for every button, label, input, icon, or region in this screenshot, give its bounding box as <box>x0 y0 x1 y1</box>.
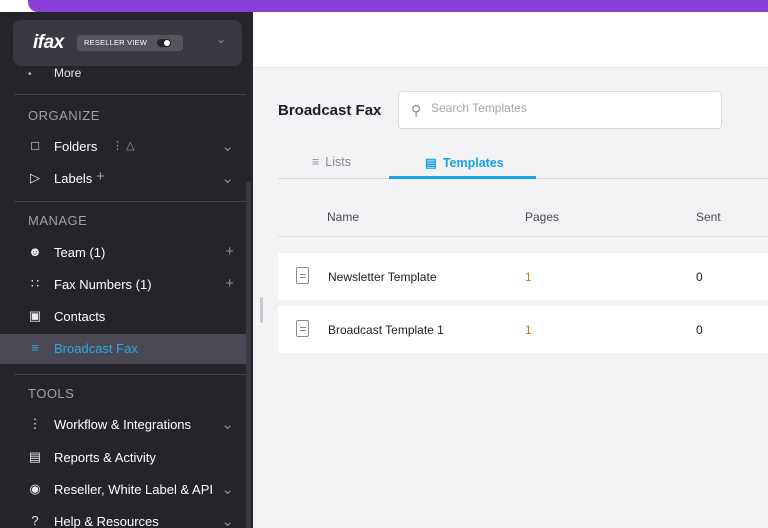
brand-accent-strip <box>28 0 768 12</box>
template-pages: 1 <box>525 270 532 284</box>
add-label-icon[interactable]: + <box>96 168 105 185</box>
sidebar-item-broadcast-fax[interactable]: ≡ Broadcast Fax <box>0 334 246 364</box>
label-icon: ▷ <box>30 170 40 185</box>
add-fax-number-icon[interactable]: + <box>225 275 234 292</box>
sidebar-item-label: Fax Numbers (1) <box>54 277 152 292</box>
search-icon: ⚲ <box>411 102 422 118</box>
section-title-manage: MANAGE <box>28 213 88 228</box>
dialpad-icon: ∷ <box>30 276 40 291</box>
globe-icon: ◉ <box>29 481 41 496</box>
sidebar-item-workflow[interactable]: ⋮ Workflow & Integrations ⌄ <box>0 410 246 440</box>
sidebar-item-label: Help & Resources <box>54 514 159 528</box>
sidebar-item-label: Contacts <box>54 309 106 324</box>
document-icon <box>296 267 309 284</box>
sidebar-item-label: Broadcast Fax <box>54 341 138 356</box>
search-input[interactable] <box>431 101 711 115</box>
document-icon <box>296 320 309 337</box>
page-title: Broadcast Fax <box>278 102 382 119</box>
sidebar-scrollbar[interactable] <box>246 182 251 528</box>
sidebar-item-labels[interactable]: ▷ Labels + ⌄ <box>0 164 246 194</box>
reports-icon: ▤ <box>28 449 42 464</box>
divider <box>14 94 246 95</box>
sidebar-item-reports[interactable]: ▤ Reports & Activity <box>0 443 246 473</box>
folder-icon: □ <box>31 138 39 153</box>
sidebar-item-contacts[interactable]: ▣ Contacts <box>0 302 246 332</box>
section-title-organize: ORGANIZE <box>28 108 100 123</box>
sidebar-item-help[interactable]: ? Help & Resources ⌄ <box>0 507 246 528</box>
contacts-icon: ▣ <box>28 308 42 323</box>
table-row[interactable]: Newsletter Template 1 0 <box>278 253 768 300</box>
reseller-view-label: RESELLER VIEW <box>84 38 148 47</box>
chevron-down-icon[interactable]: ⌄ <box>221 169 234 187</box>
reseller-view-toggle[interactable]: RESELLER VIEW <box>77 35 183 51</box>
section-title-tools: TOOLS <box>28 386 75 401</box>
divider <box>14 201 246 202</box>
tab-label: Templates <box>442 156 504 170</box>
template-name[interactable]: Broadcast Template 1 <box>328 323 444 337</box>
sidebar-item-label: Folders <box>54 139 98 154</box>
table-row[interactable]: Broadcast Template 1 1 0 <box>278 306 768 353</box>
sidebar-item-label: Workflow & Integrations <box>54 417 192 432</box>
template-sent: 0 <box>696 270 703 284</box>
divider <box>14 374 246 375</box>
resize-handle[interactable] <box>260 297 263 323</box>
sidebar-item-reseller-api[interactable]: ◉ Reseller, White Label & API ⌄ <box>0 475 246 505</box>
sidebar-item-label: Reports & Activity <box>54 450 156 465</box>
sidebar-item-label: Labels <box>54 171 93 186</box>
template-pages: 1 <box>525 323 532 337</box>
column-header-name[interactable]: Name <box>327 210 359 224</box>
document-icon: ▤ <box>425 156 437 170</box>
drive-sync-icon[interactable]: ⋮ △ <box>112 139 135 152</box>
column-header-pages[interactable]: Pages <box>525 210 559 224</box>
chevron-down-icon: • <box>28 69 32 80</box>
chevron-down-icon[interactable]: ⌄ <box>221 415 234 433</box>
column-header-sent[interactable]: Sent <box>696 210 721 224</box>
chevron-down-icon[interactable]: ⌄ <box>216 32 226 46</box>
account-switcher[interactable]: ifax RESELLER VIEW ⌄ <box>13 20 242 66</box>
search-templates-field[interactable]: ⚲ <box>398 91 722 129</box>
tab-lists[interactable]: ≡ Lists <box>312 155 351 169</box>
workflow-icon: ⋮ <box>28 416 42 431</box>
sidebar-item-folders[interactable]: □ Folders ⋮ △ ⌄ <box>0 132 246 162</box>
help-icon: ? <box>31 513 39 528</box>
tab-label: Lists <box>325 155 351 169</box>
sidebar-item-fax-numbers[interactable]: ∷ Fax Numbers (1) + <box>0 270 246 300</box>
chevron-down-icon[interactable]: ⌄ <box>221 480 234 498</box>
table-header-divider <box>278 236 768 237</box>
template-sent: 0 <box>696 323 703 337</box>
tab-templates[interactable]: ▤ Templates <box>425 155 504 170</box>
sidebar: ifax RESELLER VIEW ⌄ • More ORGANIZE □ F… <box>0 12 253 528</box>
list-icon: ≡ <box>312 155 320 169</box>
sidebar-item-label: Team (1) <box>54 245 106 260</box>
active-tab-indicator <box>389 176 536 179</box>
template-name[interactable]: Newsletter Template <box>328 270 437 284</box>
team-icon: ☻ <box>28 244 42 259</box>
sidebar-item-team[interactable]: ☻ Team (1) + <box>0 238 246 268</box>
chevron-down-icon[interactable]: ⌄ <box>221 512 234 528</box>
top-bar <box>253 12 768 68</box>
add-team-icon[interactable]: + <box>225 243 234 260</box>
sidebar-item-label: More <box>54 66 82 80</box>
chevron-down-icon[interactable]: ⌄ <box>221 137 234 155</box>
broadcast-icon: ≡ <box>31 340 39 355</box>
ifax-logo: ifax <box>33 32 64 53</box>
sidebar-item-label: Reseller, White Label & API <box>54 482 213 497</box>
toggle-switch[interactable] <box>157 39 171 47</box>
